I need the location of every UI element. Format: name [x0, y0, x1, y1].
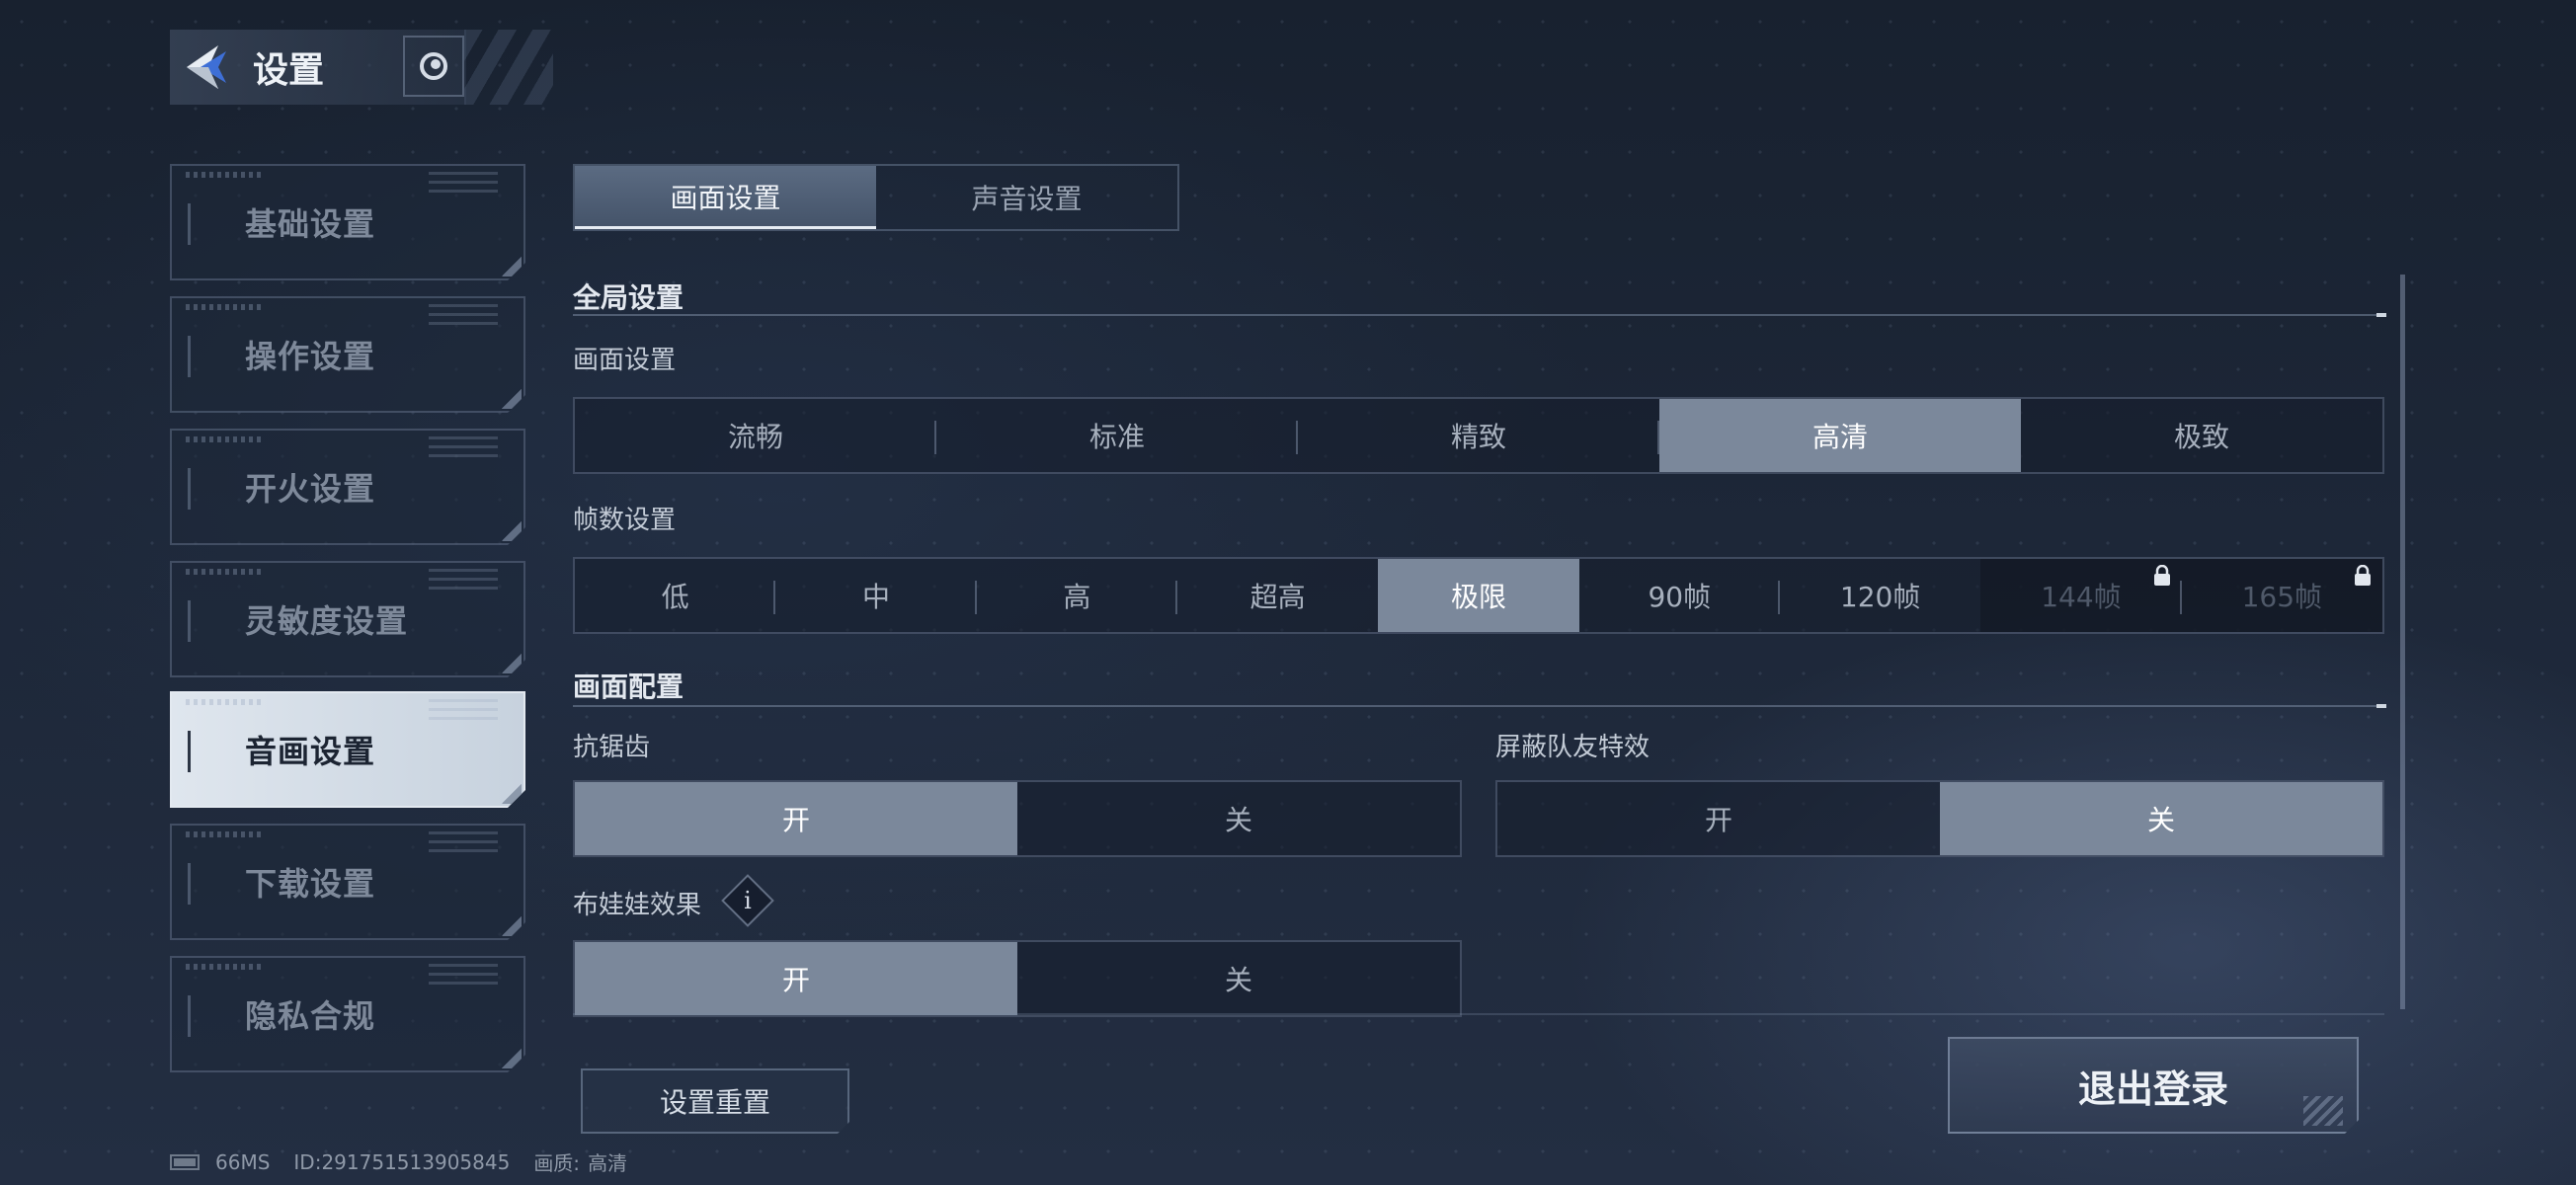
profile-icon-button[interactable] [403, 36, 464, 97]
framerate-option[interactable]: 120帧 [1780, 559, 1980, 632]
framerate-option-selected[interactable]: 极限 [1378, 559, 1579, 632]
framerate-option-label: 144帧 [2041, 581, 2122, 613]
quality-label: 画面设置 [573, 346, 677, 375]
quality-option-selected[interactable]: 高清 [1659, 399, 2021, 472]
section-divider [573, 704, 2386, 708]
header-decoration [464, 30, 553, 105]
antialias-label: 抗锯齿 [573, 733, 651, 762]
reset-settings-button[interactable]: 设置重置 [581, 1068, 849, 1134]
sidebar-item-label: 基础设置 [245, 205, 376, 243]
quality-option[interactable]: 精致 [1298, 399, 1659, 472]
logout-button-label: 退出登录 [2077, 1066, 2228, 1111]
framerate-option[interactable]: 超高 [1177, 559, 1378, 632]
framerate-option-locked[interactable]: 144帧 [1980, 559, 2182, 632]
ragdoll-label: 布娃娃效果 [573, 891, 702, 920]
hide-teammate-fx-off-option[interactable]: 关 [1940, 782, 2382, 855]
sidebar-item-sensitivity[interactable]: 灵敏度设置 [170, 561, 525, 677]
antialias-off-option[interactable]: 关 [1017, 782, 1460, 855]
ragdoll-off-option[interactable]: 关 [1017, 942, 1460, 1015]
back-arrow-icon [187, 45, 226, 89]
framerate-option[interactable]: 90帧 [1579, 559, 1781, 632]
content-bottom-divider [573, 1013, 2384, 1015]
sidebar-item-label: 隐私合规 [245, 997, 376, 1035]
antialias-toggle: 开 关 [573, 780, 1462, 857]
sidebar-item-label: 灵敏度设置 [245, 602, 409, 640]
sidebar-item-audio-video[interactable]: 音画设置 [170, 691, 525, 808]
content-scrollbar[interactable] [2400, 275, 2405, 1009]
quality-status-label: 画质: [533, 1151, 581, 1175]
framerate-option[interactable]: 高 [977, 559, 1178, 632]
sidebar-item-label: 操作设置 [245, 338, 376, 375]
tab-graphics[interactable]: 画面设置 [575, 166, 876, 229]
hide-teammate-fx-label: 屏蔽队友特效 [1495, 733, 1650, 762]
antialias-on-option[interactable]: 开 [575, 782, 1017, 855]
back-button[interactable] [170, 30, 243, 105]
hide-teammate-fx-on-option[interactable]: 开 [1497, 782, 1940, 855]
sidebar-item-label: 开火设置 [245, 470, 376, 508]
status-footer: 66MS ID:291751513905845 画质: 高清 [170, 1147, 651, 1176]
info-icon[interactable]: i [729, 882, 766, 919]
quality-option[interactable]: 流畅 [575, 399, 936, 472]
logout-button[interactable]: 退出登录 [1948, 1037, 2359, 1134]
section-divider [573, 313, 2386, 317]
sidebar-item-basic[interactable]: 基础设置 [170, 164, 525, 280]
quality-option[interactable]: 标准 [936, 399, 1298, 472]
page-title: 设置 [253, 50, 325, 91]
framerate-option[interactable]: 低 [575, 559, 776, 632]
ragdoll-on-option[interactable]: 开 [575, 942, 1017, 1015]
ragdoll-toggle: 开 关 [573, 940, 1462, 1017]
sidebar-item-controls[interactable]: 操作设置 [170, 296, 525, 413]
swirl-icon [420, 52, 447, 80]
lock-icon [2354, 565, 2371, 586]
tab-sound[interactable]: 声音设置 [876, 166, 1177, 229]
sidebar-item-label: 下载设置 [245, 865, 376, 903]
sidebar-item-download[interactable]: 下载设置 [170, 824, 525, 940]
lock-icon [2153, 565, 2170, 586]
framerate-option-locked[interactable]: 165帧 [2181, 559, 2382, 632]
quality-selector: 流畅 标准 精致 高清 极致 [573, 397, 2384, 474]
framerate-selector: 低 中 高 超高 极限 90帧 120帧 144帧 165帧 [573, 557, 2384, 634]
ping-value: 66MS [215, 1149, 271, 1174]
sidebar-item-label: 音画设置 [245, 733, 376, 770]
player-id: ID:291751513905845 [293, 1149, 511, 1174]
network-icon [170, 1153, 200, 1170]
quality-option[interactable]: 极致 [2021, 399, 2382, 472]
button-decoration [2303, 1096, 2343, 1126]
framerate-option-label: 165帧 [2241, 581, 2323, 613]
hide-teammate-fx-toggle: 开 关 [1495, 780, 2384, 857]
sidebar-item-fire[interactable]: 开火设置 [170, 429, 525, 545]
section-title-config: 画面配置 [573, 671, 684, 703]
framerate-option[interactable]: 中 [775, 559, 977, 632]
framerate-label: 帧数设置 [573, 506, 677, 535]
settings-tabs: 画面设置 声音设置 [573, 164, 1179, 231]
section-title-global: 全局设置 [573, 281, 684, 314]
sidebar-item-privacy[interactable]: 隐私合规 [170, 956, 525, 1072]
quality-status-value: 高清 [588, 1151, 628, 1175]
